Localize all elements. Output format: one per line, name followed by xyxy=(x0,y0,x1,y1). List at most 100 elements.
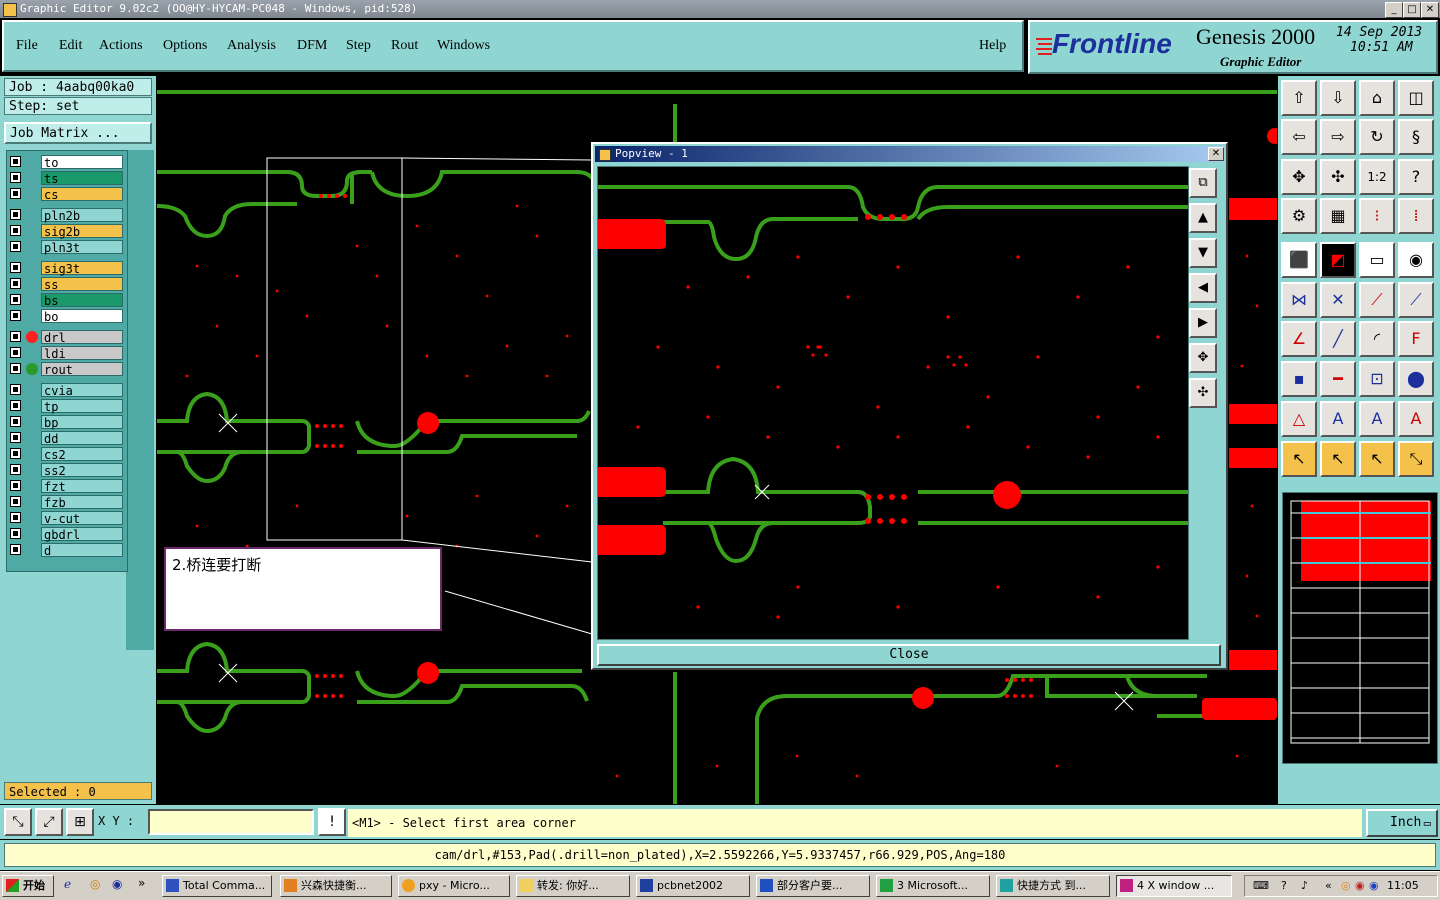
layer-name[interactable]: d xyxy=(41,543,123,558)
layer-row-ss[interactable]: ss xyxy=(7,276,127,292)
layer-name[interactable]: gbdrl xyxy=(41,527,123,542)
pointer-box-icon[interactable]: ↖ xyxy=(1320,441,1356,477)
minimize-button[interactable]: _ xyxy=(1385,2,1403,18)
layer-checkbox[interactable] xyxy=(10,241,21,252)
close-window-button[interactable]: ✕ xyxy=(1421,2,1439,18)
layer-name[interactable]: sig2b xyxy=(41,224,123,239)
pan-left-icon[interactable]: ⇦ xyxy=(1281,119,1317,155)
layer-row-pln2b[interactable]: pln2b xyxy=(7,207,127,223)
layer-row-fzb[interactable]: fzb xyxy=(7,494,127,510)
layer-checkbox[interactable] xyxy=(10,512,21,523)
layer-name[interactable]: dd xyxy=(41,431,123,446)
help-tray-icon[interactable]: ? xyxy=(1281,879,1287,892)
tray-app-icon-3[interactable]: ◉ xyxy=(1369,879,1379,892)
task-pxy[interactable]: pxy - Micro... xyxy=(398,875,510,897)
popview-zoom-in-button[interactable]: ✥ xyxy=(1189,343,1217,373)
layer-checkbox[interactable] xyxy=(10,278,21,289)
a-shape-icon[interactable]: A xyxy=(1320,401,1356,437)
layer-checkbox[interactable] xyxy=(10,448,21,459)
text-icon[interactable]: F xyxy=(1398,321,1434,357)
tray-expand-icon[interactable]: « xyxy=(1325,879,1332,892)
menu-step[interactable]: Step xyxy=(346,38,371,54)
help-query-icon[interactable]: ? xyxy=(1398,159,1434,195)
menu-actions[interactable]: Actions xyxy=(99,38,143,54)
layer-row-sig3t[interactable]: sig3t xyxy=(7,260,127,276)
angle-icon[interactable]: ∠ xyxy=(1281,321,1317,357)
layer-name[interactable]: bp xyxy=(41,415,123,430)
layer-row-pln3t[interactable]: pln3t xyxy=(7,239,127,255)
menu-rout[interactable]: Rout xyxy=(391,38,418,54)
arc-icon[interactable]: ◜ xyxy=(1359,321,1395,357)
layer-row-v-cut[interactable]: v-cut xyxy=(7,510,127,526)
layer-name[interactable]: sig3t xyxy=(41,261,123,276)
layer-name[interactable]: ss2 xyxy=(41,463,123,478)
task-x-window[interactable]: 4 X window ... xyxy=(1116,875,1232,897)
layer-display-icon[interactable]: ⁝ xyxy=(1359,198,1395,234)
layer-checkbox[interactable] xyxy=(10,156,21,167)
edit-line-icon[interactable]: ⟋ xyxy=(1398,282,1434,318)
quicklaunch-more-icon[interactable]: » xyxy=(138,876,145,890)
popview-canvas[interactable] xyxy=(597,166,1189,640)
layer-name[interactable]: ss xyxy=(41,277,123,292)
layer-name[interactable]: ts xyxy=(41,171,123,186)
layer-row-fzt[interactable]: fzt xyxy=(7,478,127,494)
zoom-fit-icon[interactable]: ⤡ xyxy=(4,808,32,836)
alert-icon[interactable]: ! xyxy=(318,808,346,836)
layer-checkbox[interactable] xyxy=(10,544,21,555)
layer-checkbox[interactable] xyxy=(10,294,21,305)
pointer-path-icon[interactable]: ⤡ xyxy=(1398,441,1434,477)
layer-name[interactable]: cs xyxy=(41,187,123,202)
task-shortcut[interactable]: 快捷方式 到... xyxy=(996,875,1110,897)
menu-analysis[interactable]: Analysis xyxy=(227,38,276,54)
layer-checkbox[interactable] xyxy=(10,416,21,427)
popview-zoom-out-button[interactable]: ✣ xyxy=(1189,378,1217,408)
layer-checkbox[interactable] xyxy=(10,363,21,374)
task-xingsen[interactable]: 兴森快捷衡... xyxy=(280,875,392,897)
zoom-corner-icon[interactable]: ⤢ xyxy=(35,808,63,836)
popview-pan-right-button[interactable]: ▶ xyxy=(1189,308,1217,338)
layer-checkbox[interactable] xyxy=(10,528,21,539)
layer-row-bs[interactable]: bs xyxy=(7,292,127,308)
popview-pan-left-button[interactable]: ◀ xyxy=(1189,273,1217,303)
layer-name[interactable]: bo xyxy=(41,309,123,324)
layer-name[interactable]: bs xyxy=(41,293,123,308)
layer-row-ss2[interactable]: ss2 xyxy=(7,462,127,478)
layer-row-drl[interactable]: drl xyxy=(7,329,127,345)
zoom-out-icon[interactable]: ✣ xyxy=(1320,159,1356,195)
layer-row-to[interactable]: to xyxy=(7,154,127,170)
split-view-icon[interactable]: ◫ xyxy=(1398,80,1434,116)
redraw-icon[interactable]: ↻ xyxy=(1359,119,1395,155)
task-forward-mail[interactable]: 转发: 你好... xyxy=(516,875,630,897)
layer-checkbox[interactable] xyxy=(10,347,21,358)
settings-icon[interactable]: ⚙ xyxy=(1281,198,1317,234)
horizontal-line-icon[interactable]: ━ xyxy=(1320,361,1356,397)
measure-ruler-icon[interactable]: ▭ xyxy=(1359,242,1395,278)
layer-checkbox[interactable] xyxy=(10,310,21,321)
layer-name[interactable]: pln3t xyxy=(41,240,123,255)
layer-name[interactable]: rout xyxy=(41,362,123,377)
start-button[interactable]: 开始 xyxy=(2,875,54,897)
menu-help[interactable]: Help xyxy=(979,38,1006,54)
layer-checkbox[interactable] xyxy=(10,400,21,411)
layer-checkbox[interactable] xyxy=(10,432,21,443)
layer-name[interactable]: drl xyxy=(41,330,123,345)
home-icon[interactable]: ⌂ xyxy=(1359,80,1395,116)
select-feature-icon[interactable]: ⬛ xyxy=(1281,242,1317,278)
popview-title-bar[interactable]: Popview - 1 ✕ xyxy=(595,146,1224,162)
a-shape-mid-icon[interactable]: A xyxy=(1359,401,1395,437)
layer-checkbox[interactable] xyxy=(10,331,21,342)
layer-row-tp[interactable]: tp xyxy=(7,398,127,414)
layer-checkbox[interactable] xyxy=(10,209,21,220)
layer-name[interactable]: ldi xyxy=(41,346,123,361)
layer-checkbox[interactable] xyxy=(10,464,21,475)
keyboard-icon[interactable]: ⌨ xyxy=(1253,879,1269,892)
tray-app-icon-1[interactable]: ◎ xyxy=(1341,879,1351,892)
menu-windows[interactable]: Windows xyxy=(437,38,490,54)
task-microsoft[interactable]: 3 Microsoft... xyxy=(876,875,990,897)
layer-row-cvia[interactable]: cvia xyxy=(7,382,127,398)
menu-dfm[interactable]: DFM xyxy=(297,38,327,54)
job-matrix-button[interactable]: Job Matrix ... xyxy=(4,122,152,144)
tray-app-icon-2[interactable]: ◉ xyxy=(1355,879,1365,892)
diagonal-line-icon[interactable]: ╱ xyxy=(1320,321,1356,357)
pan-right-icon[interactable]: ⇨ xyxy=(1320,119,1356,155)
